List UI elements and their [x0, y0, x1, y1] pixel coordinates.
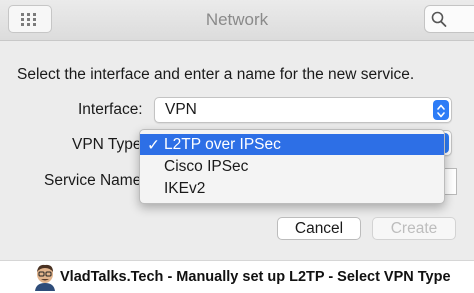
- menu-item-label: IKEv2: [164, 180, 206, 197]
- service-name-label: Service Name: [44, 172, 142, 189]
- cancel-button[interactable]: Cancel: [277, 217, 361, 240]
- interface-value: VPN: [165, 101, 197, 118]
- interface-label: Interface:: [78, 101, 143, 118]
- menu-item-cisco-ipsec[interactable]: Cisco IPSec: [140, 156, 444, 177]
- instruction-text: Select the interface and enter a name fo…: [17, 66, 415, 83]
- stepper-arrows-icon: [433, 100, 449, 120]
- menu-item-label: Cisco IPSec: [164, 158, 249, 175]
- menu-item-label: L2TP over IPSec: [164, 136, 281, 153]
- search-icon: [431, 11, 447, 27]
- caption-bar: VladTalks.Tech - Manually set up L2TP - …: [0, 260, 474, 293]
- create-button[interactable]: Create: [372, 217, 456, 240]
- window-title: Network: [205, 10, 269, 29]
- avatar: [35, 264, 55, 291]
- menu-item-ikev2[interactable]: IKEv2: [140, 178, 444, 199]
- search-field[interactable]: [424, 5, 474, 33]
- title-bar: Network: [0, 0, 474, 41]
- vpn-type-label: VPN Type: [72, 136, 142, 153]
- vpn-type-menu: ✓ L2TP over IPSec Cisco IPSec IKEv2: [139, 129, 445, 204]
- interface-popup[interactable]: VPN: [154, 97, 452, 123]
- caption-text: VladTalks.Tech - Manually set up L2TP - …: [60, 269, 451, 285]
- checkmark-icon: ✓: [147, 137, 160, 154]
- menu-item-l2tp[interactable]: ✓ L2TP over IPSec: [140, 134, 444, 155]
